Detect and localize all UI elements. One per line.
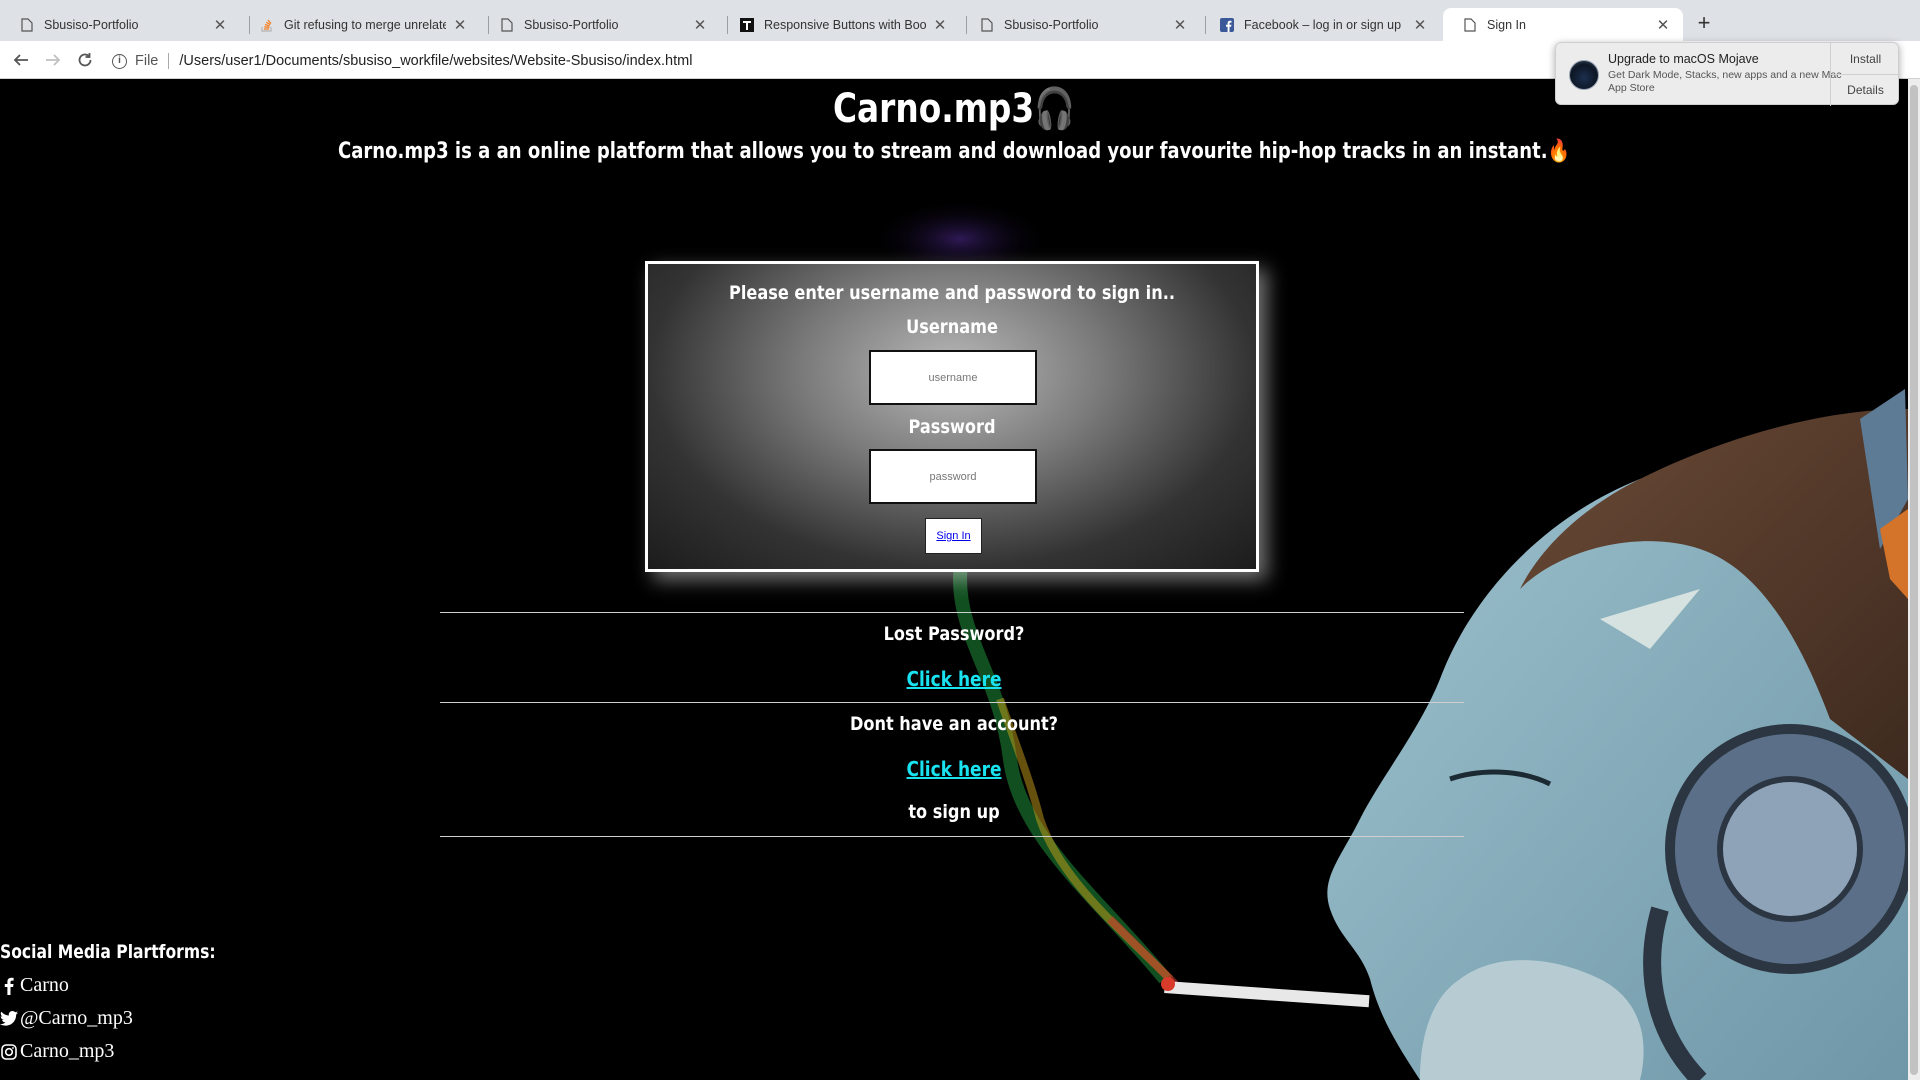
macos-mojave-icon <box>1569 60 1599 90</box>
tab-6[interactable]: Facebook – log in or sign up ✕ <box>1200 8 1440 41</box>
username-input[interactable] <box>869 350 1037 405</box>
facebook-icon <box>0 977 18 995</box>
background-illustration <box>870 199 1908 1080</box>
install-button[interactable]: Install <box>1831 43 1900 74</box>
lost-password-link[interactable]: Click here <box>907 667 1002 691</box>
instagram-icon <box>0 1043 18 1061</box>
tab-title: Sign In <box>1487 17 1526 32</box>
social-label: Carno_mp3 <box>20 1040 115 1062</box>
tab-7[interactable]: Sign In ✕ <box>1443 8 1683 41</box>
signup-link-row: Click here <box>143 757 1765 781</box>
divider <box>168 53 170 69</box>
no-account-text: Dont have an account? <box>849 713 1059 735</box>
tab-title: Responsive Buttons with Boots <box>764 17 926 32</box>
divider <box>440 836 1464 837</box>
page: Carno.mp3🎧 Carno.mp3 is a an online plat… <box>0 79 1908 1080</box>
notification-title: Upgrade to macOS Mojave <box>1608 52 1759 66</box>
twitter-icon <box>0 1010 18 1028</box>
tutorial-icon <box>740 17 754 32</box>
signin-form: Please enter username and password to si… <box>645 261 1259 572</box>
reload-icon <box>78 53 92 67</box>
system-notification: Upgrade to macOS Mojave Get Dark Mode, S… <box>1555 42 1900 106</box>
social-label: Carno <box>20 974 69 996</box>
signup-link[interactable]: Click here <box>907 757 1002 781</box>
site-title: Carno.mp3🎧 <box>832 86 1076 132</box>
tab-title: Sbusiso-Portfolio <box>44 17 139 32</box>
tab-5[interactable]: Sbusiso-Portfolio ✕ <box>960 8 1200 41</box>
arrow-left-icon <box>13 54 28 66</box>
document-icon <box>1463 17 1477 32</box>
close-icon[interactable]: ✕ <box>212 16 228 34</box>
document-icon <box>20 17 34 32</box>
url-scheme: File <box>135 53 159 69</box>
vertical-scrollbar[interactable] <box>1908 79 1920 1080</box>
tab-strip: Sbusiso-Portfolio ✕ Git refusing to merg… <box>0 0 1920 41</box>
details-button[interactable]: Details <box>1831 74 1900 105</box>
password-input[interactable] <box>869 449 1037 504</box>
document-icon <box>980 17 994 32</box>
back-button[interactable] <box>8 47 34 73</box>
social-label: @Carno_mp3 <box>20 1007 133 1029</box>
address-bar[interactable]: i File /Users/user1/Documents/sbusiso_wo… <box>112 49 692 73</box>
tab-4[interactable]: Responsive Buttons with Boots ✕ <box>720 8 960 41</box>
sign-in-button[interactable]: Sign In <box>925 518 982 554</box>
info-icon[interactable]: i <box>112 53 127 69</box>
divider <box>440 702 1464 703</box>
stackoverflow-icon <box>260 18 274 32</box>
social-instagram-link[interactable]: Carno_mp3 <box>0 1040 114 1063</box>
lost-password-text: Lost Password? <box>883 623 1025 645</box>
site-tagline: Carno.mp3 is a an online platform that a… <box>337 139 1571 164</box>
tab-title: Git refusing to merge unrelated <box>284 17 446 32</box>
arrow-right-icon <box>46 54 61 66</box>
signin-heading: Please enter username and password to si… <box>729 282 1175 304</box>
url-path: /Users/user1/Documents/sbusiso_workfile/… <box>179 53 693 69</box>
social-facebook-link[interactable]: Carno <box>0 974 69 997</box>
scrollbar-thumb[interactable] <box>1910 85 1918 1075</box>
social-heading: Social Media Plartforms: <box>0 941 216 963</box>
reload-button[interactable] <box>72 47 98 73</box>
close-icon[interactable]: ✕ <box>1172 16 1188 34</box>
close-icon[interactable]: ✕ <box>1412 16 1428 34</box>
new-tab-button[interactable]: + <box>1692 10 1716 36</box>
password-label: Password <box>908 416 996 438</box>
tab-title: Sbusiso-Portfolio <box>1004 17 1099 32</box>
close-icon[interactable]: ✕ <box>932 16 948 34</box>
lost-password-link-row: Click here <box>143 667 1765 691</box>
notification-actions: Install Details <box>1830 43 1900 106</box>
divider <box>440 612 1464 613</box>
tab-1[interactable]: Sbusiso-Portfolio ✕ <box>0 8 240 41</box>
username-label: Username <box>906 316 998 338</box>
notification-body: Get Dark Mode, Stacks, new apps and a ne… <box>1608 69 1842 94</box>
tab-title: Sbusiso-Portfolio <box>524 17 619 32</box>
forward-button[interactable] <box>40 47 66 73</box>
social-twitter-link[interactable]: @Carno_mp3 <box>0 1007 133 1030</box>
facebook-icon <box>1220 17 1234 32</box>
document-icon <box>500 17 514 32</box>
tab-3[interactable]: Sbusiso-Portfolio ✕ <box>480 8 720 41</box>
tab-2[interactable]: Git refusing to merge unrelated ✕ <box>240 8 480 41</box>
signup-suffix: to sign up <box>908 801 1000 823</box>
close-icon[interactable]: ✕ <box>1655 16 1671 34</box>
close-icon[interactable]: ✕ <box>692 16 708 34</box>
close-icon[interactable]: ✕ <box>452 16 468 34</box>
tab-title: Facebook – log in or sign up <box>1244 17 1402 32</box>
